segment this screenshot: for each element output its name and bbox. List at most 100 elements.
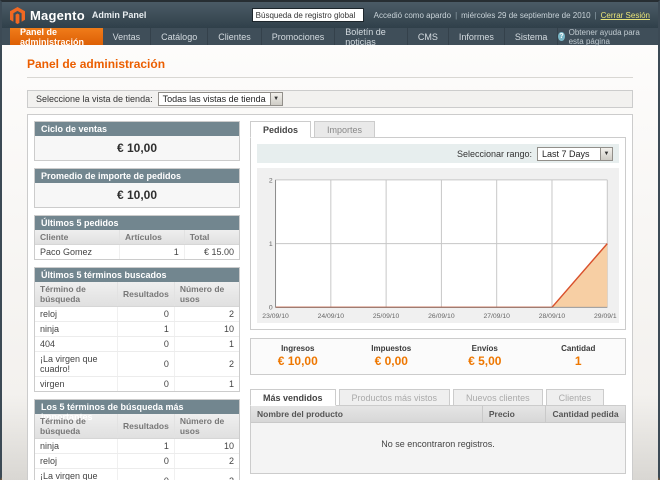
table-cell: 0 — [118, 454, 175, 469]
range-select[interactable]: Last 7 Days ▼ — [537, 147, 613, 161]
magento-logo: Magento Admin Panel — [10, 7, 146, 24]
nav-item-boletin[interactable]: Boletín de noticias — [335, 28, 408, 45]
column-header: Número de usos — [174, 282, 239, 307]
column-header-product: Nombre del producto — [251, 406, 483, 422]
tab-mas-vendidos[interactable]: Más vendidos — [250, 389, 336, 406]
average-orders-value: € 10,00 — [35, 183, 239, 207]
total-ingresos: Ingresos € 10,00 — [251, 344, 345, 368]
table-cell: 0 — [118, 337, 175, 352]
table-cell: 0 — [118, 377, 175, 392]
tab-importes[interactable]: Importes — [314, 121, 375, 138]
nav-item-sistema[interactable]: Sistema — [505, 28, 559, 45]
separator: | — [595, 11, 597, 20]
table-row[interactable]: reloj02 — [35, 454, 239, 469]
total-label: Cantidad — [532, 344, 626, 353]
column-header-price: Precio — [483, 406, 547, 422]
total-value: € 5,00 — [438, 354, 532, 368]
content-area: Panel de administración Seleccione la vi… — [2, 45, 658, 480]
admin-panel-label: Admin Panel — [92, 10, 147, 20]
table-row[interactable]: Paco Gomez1€ 15.00 — [35, 245, 239, 260]
range-label: Seleccionar rango: — [457, 149, 532, 159]
table-cell: 404 — [35, 337, 118, 352]
box-title: Últimos 5 pedidos — [35, 216, 239, 230]
tab-clientes[interactable]: Clientes — [546, 389, 605, 406]
orders-chart: 01223/09/1024/09/1025/09/1026/09/1027/09… — [257, 168, 619, 323]
tab-productos-mas-vistos[interactable]: Productos más vistos — [339, 389, 451, 406]
table-cell: reloj — [35, 307, 118, 322]
table-cell: 1 — [174, 377, 239, 392]
nav-item-clientes[interactable]: Clientes — [208, 28, 262, 45]
total-envios: Envíos € 5,00 — [438, 344, 532, 368]
lifetime-sales-value: € 10,00 — [35, 136, 239, 160]
help-link[interactable]: ? Obtener ayuda para esta página — [558, 28, 658, 45]
diagram-tabs: Pedidos Importes — [250, 121, 626, 138]
table-cell: 2 — [174, 307, 239, 322]
table-cell: 0 — [118, 307, 175, 322]
help-label: Obtener ayuda para esta página — [569, 28, 648, 46]
column-header: Término de búsqueda — [35, 414, 118, 439]
svg-text:25/09/10: 25/09/10 — [373, 313, 400, 320]
store-view-label: Seleccione la vista de tienda: — [36, 94, 153, 104]
orders-chart-panel: Seleccionar rango: Last 7 Days ▼ 01223/0… — [250, 137, 626, 330]
table-row[interactable]: ¡La virgen que cuadro!02 — [35, 352, 239, 377]
table-row[interactable]: reloj02 — [35, 307, 239, 322]
app-title: Magento — [30, 8, 85, 23]
tab-nuevos-clientes[interactable]: Nuevos clientes — [453, 389, 543, 406]
total-label: Impuestos — [345, 344, 439, 353]
separator: | — [455, 11, 457, 20]
table-cell: ninja — [35, 439, 118, 454]
box-title: Promedio de importe de pedidos — [35, 169, 239, 183]
empty-records-text: No se encontraron registros. — [251, 423, 625, 473]
average-orders-box: Promedio de importe de pedidos € 10,00 — [34, 168, 240, 208]
tab-pedidos[interactable]: Pedidos — [250, 121, 311, 138]
svg-text:1: 1 — [269, 241, 273, 248]
header-user-info: Accedió como apardo | miércoles 29 de se… — [374, 11, 650, 20]
nav-item-ventas[interactable]: Ventas — [103, 28, 152, 45]
table-cell: ¡La virgen que cuadro! — [35, 352, 118, 377]
nav-item-informes[interactable]: Informes — [449, 28, 505, 45]
table-row[interactable]: ninja110 — [35, 322, 239, 337]
nav-item-promociones[interactable]: Promociones — [262, 28, 336, 45]
column-header: Artículos — [120, 230, 185, 245]
table-row[interactable]: ¡La virgen que cuadro!02 — [35, 469, 239, 480]
box-title: Ciclo de ventas — [35, 122, 239, 136]
logged-in-as-text: Accedió como apardo — [374, 11, 451, 20]
range-selected-value: Last 7 Days — [538, 148, 600, 160]
date-text: miércoles 29 de septiembre de 2010 — [461, 11, 590, 20]
nav-item-dashboard[interactable]: Panel de administración — [10, 28, 103, 45]
column-header: Resultados — [118, 282, 175, 307]
bestsellers-grid: Nombre del producto Precio Cantidad pedi… — [250, 405, 626, 474]
table-row[interactable]: virgen01 — [35, 377, 239, 392]
dropdown-arrow-icon: ▼ — [600, 148, 612, 160]
global-search-input[interactable] — [252, 8, 364, 22]
table-cell: 0 — [118, 469, 175, 480]
column-header: Término de búsqueda — [35, 282, 118, 307]
dashboard-left-column: Ciclo de ventas € 10,00 Promedio de impo… — [34, 121, 240, 480]
table-cell: 1 — [118, 322, 175, 337]
table-cell: € 15.00 — [184, 245, 239, 260]
table-cell: 2 — [174, 352, 239, 377]
table-cell: reloj — [35, 454, 118, 469]
last-orders-table: ClienteArtículosTotalPaco Gomez1€ 15.00 — [35, 230, 239, 259]
last-orders-box: Últimos 5 pedidos ClienteArtículosTotalP… — [34, 215, 240, 260]
table-cell: 10 — [174, 322, 239, 337]
nav-item-cms[interactable]: CMS — [408, 28, 449, 45]
total-impuestos: Impuestos € 0,00 — [345, 344, 439, 368]
store-view-select[interactable]: Todas las vistas de tienda ▼ — [158, 92, 283, 106]
table-cell: ¡La virgen que cuadro! — [35, 469, 118, 480]
total-value: 1 — [532, 354, 626, 368]
table-header-row: ClienteArtículosTotal — [35, 230, 239, 245]
column-header: Cliente — [35, 230, 120, 245]
nav-item-catalogo[interactable]: Catálogo — [151, 28, 208, 45]
nav-bar: Panel de administración Ventas Catálogo … — [2, 28, 658, 45]
table-cell: virgen — [35, 377, 118, 392]
table-cell: 1 — [120, 245, 185, 260]
top-search-terms-table: Término de búsquedaResultadosNúmero de u… — [35, 414, 239, 480]
table-row[interactable]: 40401 — [35, 337, 239, 352]
logout-link[interactable]: Cerrar Sesión — [601, 11, 650, 20]
svg-text:27/09/10: 27/09/10 — [483, 313, 510, 320]
dropdown-arrow-icon: ▼ — [270, 93, 282, 105]
grid-header-row: Nombre del producto Precio Cantidad pedi… — [251, 406, 625, 423]
store-view-selected-value: Todas las vistas de tienda — [159, 93, 270, 105]
table-row[interactable]: ninja110 — [35, 439, 239, 454]
